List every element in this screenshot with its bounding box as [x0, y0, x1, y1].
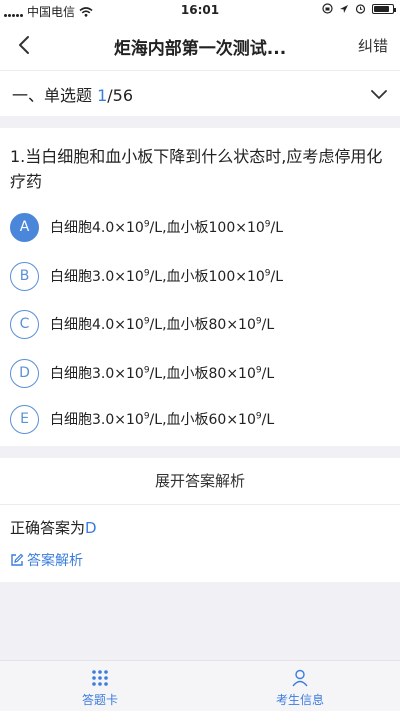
- question-total: /56: [107, 86, 134, 105]
- tab-answer-sheet[interactable]: 答题卡: [40, 669, 160, 708]
- option-letter: B: [10, 261, 39, 291]
- alarm-icon: [355, 4, 366, 14]
- expand-analysis-button[interactable]: 展开答案解析: [0, 458, 400, 504]
- option-text: 白细胞3.0×109/L,血小板100×109/L: [50, 268, 284, 285]
- answer-panel: 正确答案为D 答案解析: [0, 504, 400, 582]
- question-type-label: 一、单选题 1/56: [12, 82, 133, 106]
- section-prefix: 一、单选题: [12, 86, 98, 105]
- tab-label: 答题卡: [81, 693, 118, 707]
- person-icon: [292, 669, 308, 687]
- option-e[interactable]: E 白细胞3.0×109/L,血小板60×109/L: [10, 402, 390, 436]
- option-text: 白细胞4.0×109/L,血小板80×109/L: [50, 316, 275, 333]
- nav-bar: 炬海内部第一次测试... 纠错: [0, 20, 400, 70]
- option-letter: E: [10, 404, 39, 434]
- status-right: [322, 3, 396, 14]
- option-c[interactable]: C 白细胞4.0×109/L,血小板80×109/L: [10, 307, 390, 341]
- option-a[interactable]: A 白细胞4.0×109/L,血小板100×109/L: [10, 210, 390, 244]
- tab-candidate-info[interactable]: 考生信息: [240, 669, 360, 708]
- correct-answer-value: D: [85, 519, 97, 537]
- question-type-header[interactable]: 一、单选题 1/56: [0, 70, 400, 116]
- option-b[interactable]: B 白细胞3.0×109/L,血小板100×109/L: [10, 259, 390, 293]
- correct-answer-prefix: 正确答案为: [10, 519, 86, 537]
- current-question-number: 1: [97, 86, 108, 105]
- battery-icon: [372, 3, 396, 14]
- option-letter: A: [10, 212, 39, 242]
- option-text: 白细胞3.0×109/L,血小板80×109/L: [50, 365, 275, 382]
- report-error-button[interactable]: 纠错: [358, 35, 388, 56]
- page-title: 炬海内部第一次测试...: [113, 39, 287, 59]
- question-stem: 1.当白细胞和血小板下降到什么状态时,应考虑停用化疗药: [10, 147, 383, 191]
- app-screen: 中国电信 16:01 炬海内部第一次测试... 纠错 一、单选题 1/56 1.…: [0, 0, 400, 711]
- option-letter: D: [10, 358, 39, 388]
- option-letter: C: [10, 309, 39, 339]
- chevron-left-icon[interactable]: [12, 32, 38, 58]
- rotation-lock-icon: [322, 3, 333, 14]
- correct-answer-line: 正确答案为D: [10, 517, 97, 538]
- answer-analysis-label: 答案解析: [27, 553, 83, 569]
- option-text: 白细胞3.0×109/L,血小板60×109/L: [50, 411, 275, 428]
- grid-dots-icon: [92, 670, 108, 686]
- chevron-down-icon[interactable]: [370, 85, 388, 103]
- edit-icon: [11, 553, 24, 566]
- option-text: 白细胞4.0×109/L,血小板100×109/L: [50, 219, 284, 236]
- bottom-tab-bar: 答题卡 考生信息: [0, 660, 400, 711]
- answer-analysis-link[interactable]: 答案解析: [10, 550, 83, 570]
- battery-fill: [374, 5, 389, 12]
- status-bar: 中国电信 16:01: [0, 0, 400, 20]
- tab-label: 考生信息: [275, 693, 324, 707]
- question-card: 1.当白细胞和血小板下降到什么状态时,应考虑停用化疗药 A 白细胞4.0×109…: [0, 128, 400, 446]
- location-icon: [340, 4, 348, 13]
- option-d[interactable]: D 白细胞3.0×109/L,血小板80×109/L: [10, 356, 390, 390]
